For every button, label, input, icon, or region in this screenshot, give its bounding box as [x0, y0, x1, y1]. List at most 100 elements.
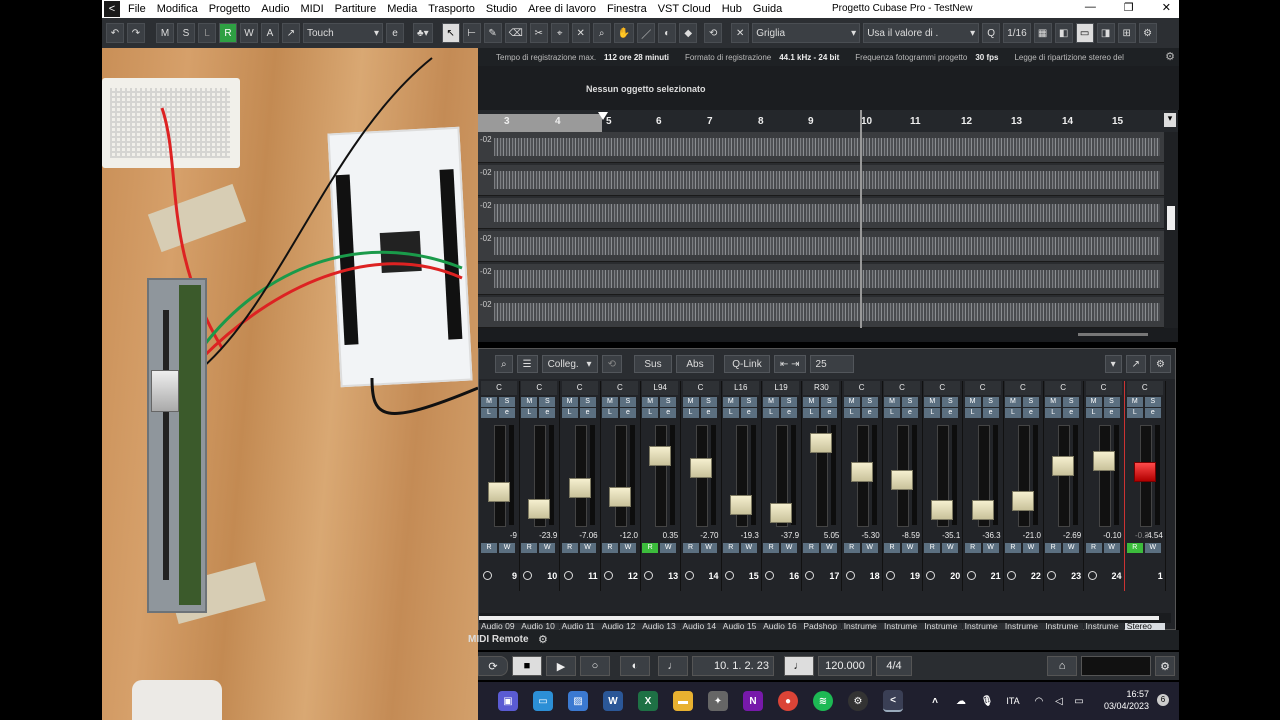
horizontal-scrollbar[interactable]	[478, 328, 1178, 342]
pan-control[interactable]: C	[1004, 381, 1041, 395]
excel-icon[interactable]: X	[638, 691, 658, 711]
mute-button[interactable]: M	[642, 397, 659, 407]
mute-button[interactable]: M	[884, 397, 900, 407]
solo-button[interactable]: S	[982, 397, 999, 407]
volume-fader[interactable]	[770, 502, 793, 523]
write-automation-button[interactable]: W	[240, 23, 258, 43]
edit-channel-button[interactable]: e	[781, 408, 798, 418]
visible-channels-count[interactable]: 25	[809, 355, 854, 373]
pan-control[interactable]: L16	[722, 381, 759, 395]
volume-readout[interactable]: -7.06	[562, 531, 597, 540]
navigate-icon[interactable]: ⇤ ⇥	[773, 355, 806, 373]
pan-control[interactable]: C	[1085, 381, 1122, 395]
settings-gear-icon[interactable]: ⚙	[538, 633, 548, 646]
loop-range[interactable]	[478, 114, 602, 132]
snap-toggle-icon[interactable]: ✕	[731, 23, 750, 43]
rec-format-value[interactable]: 44.1 kHz - 24 bit	[779, 53, 839, 62]
cycle-icon[interactable]: ⟳	[478, 656, 508, 676]
word-icon[interactable]: W	[603, 691, 623, 711]
mute-button[interactable]: M	[763, 397, 780, 407]
stop-button[interactable]: ■	[512, 656, 542, 676]
fader-track[interactable]	[1098, 425, 1111, 527]
microphone-icon[interactable]: 🎙	[977, 691, 997, 711]
audio-waveform[interactable]	[494, 204, 1160, 222]
edit-channel-button[interactable]: e	[1103, 408, 1120, 418]
mute-button[interactable]: M	[1126, 397, 1143, 407]
read-automation-button[interactable]: R	[803, 543, 820, 553]
audio-waveform[interactable]	[494, 171, 1160, 189]
teams-icon[interactable]: ▣	[498, 691, 518, 711]
pan-control[interactable]: C	[924, 381, 961, 395]
track-lane[interactable]: -02	[478, 165, 1164, 196]
volume-fader[interactable]	[729, 494, 752, 515]
write-automation-button[interactable]: W	[700, 543, 717, 553]
track-lane[interactable]: -02	[478, 264, 1164, 295]
hand-tool-icon[interactable]: ✋	[613, 23, 635, 43]
absolute-button[interactable]: Abs	[675, 355, 714, 373]
listen-button[interactable]: L	[561, 408, 578, 418]
read-automation-button[interactable]: R	[601, 543, 618, 553]
suspend-button[interactable]: Sus	[633, 355, 672, 373]
pan-control[interactable]: C	[964, 381, 1001, 395]
listen-button[interactable]: L	[682, 408, 699, 418]
timeline-ruler[interactable]: 3 4 5 6 7 8 9 10 11 12 13 14 15 ▾	[478, 110, 1178, 133]
volume-fader[interactable]	[1011, 490, 1034, 511]
pan-control[interactable]: C	[601, 381, 638, 395]
pan-control[interactable]: C	[1126, 381, 1163, 395]
quantize-mode-select[interactable]: Usa il valore di . ▾	[863, 23, 980, 43]
mute-button[interactable]: M	[1045, 397, 1062, 407]
position-display[interactable]: 10. 1. 2. 23	[692, 656, 774, 676]
range-tool-icon[interactable]: ⊢	[462, 23, 481, 43]
channel-list-icon[interactable]: ☰	[516, 355, 538, 373]
edit-channel-button[interactable]: e	[821, 408, 838, 418]
listen-button[interactable]: L	[1126, 408, 1143, 418]
write-automation-button[interactable]: W	[499, 543, 515, 553]
read-automation-button[interactable]: R	[843, 543, 860, 553]
mute-button[interactable]: M	[964, 397, 981, 407]
write-automation-button[interactable]: W	[619, 543, 636, 553]
quantize-icon[interactable]: Q	[982, 23, 1001, 43]
settings-gear-icon[interactable]: ⚙	[1165, 50, 1175, 63]
tempo-track-icon[interactable]: ♩	[784, 656, 814, 676]
color-tool-icon[interactable]: ◆	[679, 23, 698, 43]
track-lane[interactable]: -02	[478, 132, 1164, 163]
volume-readout[interactable]: -23.9	[521, 531, 557, 540]
listen-button[interactable]: L	[521, 408, 538, 418]
edit-channel-button[interactable]: e	[861, 408, 878, 418]
mute-button[interactable]: M	[803, 397, 820, 407]
draw-tool-icon[interactable]: ✎	[483, 23, 502, 43]
automation-mode-icon[interactable]: ↗	[282, 23, 300, 43]
window-layout-icon[interactable]: ⊞	[1117, 23, 1136, 43]
solo-button[interactable]: S	[1063, 397, 1080, 407]
vertical-scrollbar[interactable]	[1164, 132, 1178, 342]
volume-readout[interactable]: -5.30	[844, 531, 879, 540]
volume-readout[interactable]: -12.0	[602, 531, 638, 540]
read-automation-button[interactable]: R	[722, 543, 739, 553]
write-automation-button[interactable]: W	[660, 543, 677, 553]
volume-readout[interactable]: -2.70	[683, 531, 718, 540]
time-signature-display[interactable]: 4/4	[876, 656, 912, 676]
edit-channel-button[interactable]: e	[1144, 408, 1161, 418]
midi-remote-tab[interactable]: MIDI Remote ⚙	[468, 630, 1179, 650]
q-link-button[interactable]: Q-Link	[723, 355, 770, 373]
volume-fader[interactable]	[528, 498, 551, 519]
desktop-icon[interactable]: ▭	[533, 691, 553, 711]
listen-button[interactable]: L	[964, 408, 981, 418]
listen-button[interactable]: L	[924, 408, 941, 418]
volume-fader[interactable]	[1052, 456, 1075, 477]
cubase-taskbar-icon[interactable]: <	[883, 690, 903, 712]
volume-fader[interactable]	[931, 500, 954, 521]
zoom-tool-icon[interactable]: ⌕	[592, 23, 611, 43]
listen-button[interactable]: L	[642, 408, 659, 418]
track-lane[interactable]: -02	[478, 297, 1164, 328]
scroll-thumb[interactable]	[479, 616, 1159, 620]
read-automation-button[interactable]: R	[521, 543, 538, 553]
settings-gear-icon[interactable]: ⚙	[1155, 656, 1175, 676]
write-automation-button[interactable]: W	[982, 543, 999, 553]
solo-button[interactable]: S	[861, 397, 878, 407]
link-button[interactable]: Colleg. ▾	[541, 355, 598, 373]
mute-button[interactable]: M	[521, 397, 538, 407]
undo-button[interactable]: ↶	[106, 23, 124, 43]
chrome-icon[interactable]: ●	[778, 691, 798, 711]
write-automation-button[interactable]: W	[539, 543, 556, 553]
